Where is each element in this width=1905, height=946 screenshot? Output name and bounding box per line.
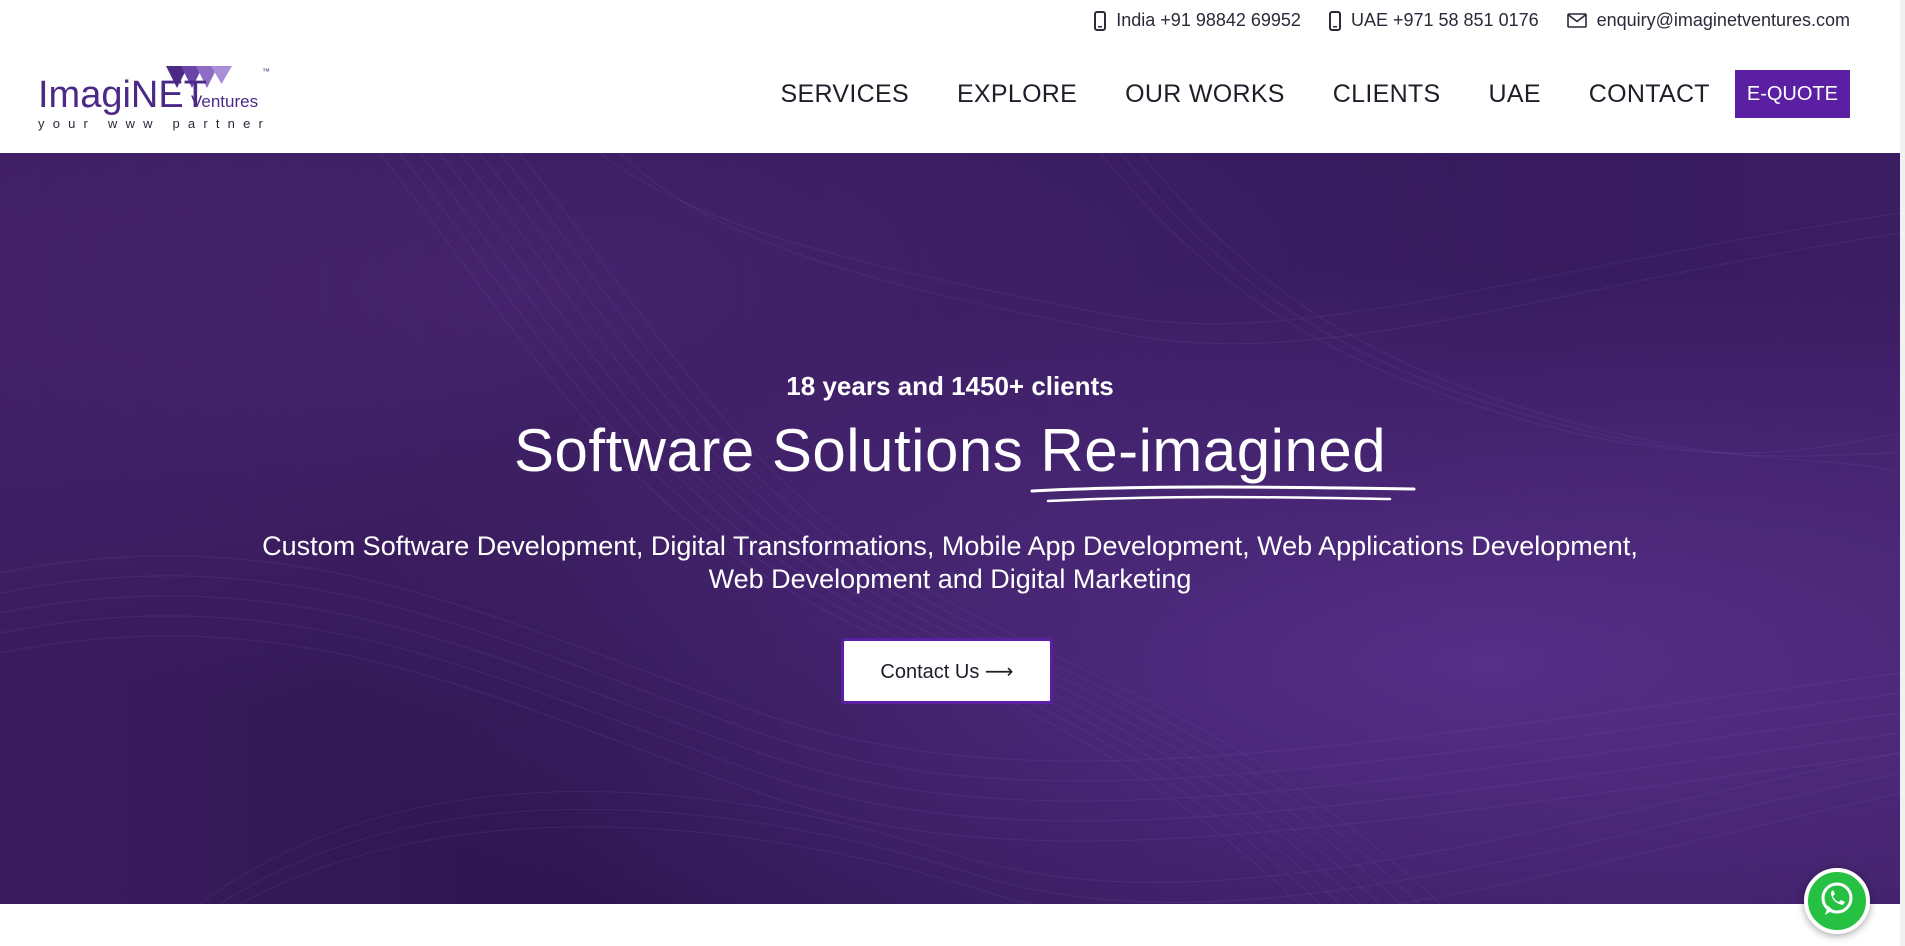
headline-highlight: Re-imagined [1040,417,1387,484]
email-link[interactable]: enquiry@imaginetventures.com [1566,10,1850,31]
logo-trademark: ™ [262,67,270,76]
scrollbar[interactable] [1900,0,1905,946]
nav-item-uae[interactable]: UAE [1488,80,1540,109]
contact-us-button[interactable]: Contact Us ⟶ [841,638,1053,704]
hero-headline: Software Solutions Re-imagined [0,416,1900,503]
hero-kicker: 18 years and 1450+ clients [786,371,1114,401]
logo[interactable]: ImagiNET Ventures ™ your www partner [38,60,278,134]
mail-icon [1566,13,1587,28]
nav-item-services[interactable]: SERVICES [781,80,909,109]
nav-item-contact[interactable]: CONTACT [1589,80,1710,109]
hero-subtitle: Custom Software Development, Digital Tra… [200,530,1700,596]
headline-highlight-wrap: Re-imagined [1030,416,1416,503]
site-header: ImagiNET Ventures ™ your www partner SER… [0,44,1905,153]
scribble-underline [1030,485,1416,503]
hero-banner: 18 years and 1450+ clients Software Solu… [0,153,1900,904]
hero-subtitle-line2: Web Development and Digital Marketing [708,564,1192,594]
contact-info: India +91 98842 69952 UAE +971 58 851 01… [1094,10,1850,31]
nav-item-explore[interactable]: EXPLORE [957,80,1077,109]
hero-background-waves [0,153,1900,904]
logo-wordmark: ImagiNET [38,74,207,116]
whatsapp-icon [1817,879,1857,924]
email-text: enquiry@imaginetventures.com [1596,10,1850,30]
nav-item-clients[interactable]: CLIENTS [1333,80,1441,109]
phone-india-text: India +91 98842 69952 [1116,10,1301,30]
phone-uae-text: UAE +971 58 851 0176 [1350,10,1539,30]
e-quote-button[interactable]: E-QUOTE [1734,70,1850,118]
phone-icon [1094,10,1107,31]
nav-item-our-works[interactable]: OUR WORKS [1125,80,1285,109]
phone-icon [1328,10,1341,31]
phone-india-link[interactable]: India +91 98842 69952 [1094,10,1301,31]
main-nav: SERVICES EXPLORE OUR WORKS CLIENTS UAE C… [781,70,1850,118]
phone-uae-link[interactable]: UAE +971 58 851 0176 [1328,10,1539,31]
logo-tagline: your www partner [38,116,271,131]
whatsapp-button[interactable] [1804,868,1870,934]
hero-subtitle-line1: Custom Software Development, Digital Tra… [262,531,1638,561]
top-contact-bar: India +91 98842 69952 UAE +971 58 851 01… [0,0,1905,44]
logo-submark: Ventures [191,92,258,111]
headline-prefix: Software Solutions [513,417,1024,484]
